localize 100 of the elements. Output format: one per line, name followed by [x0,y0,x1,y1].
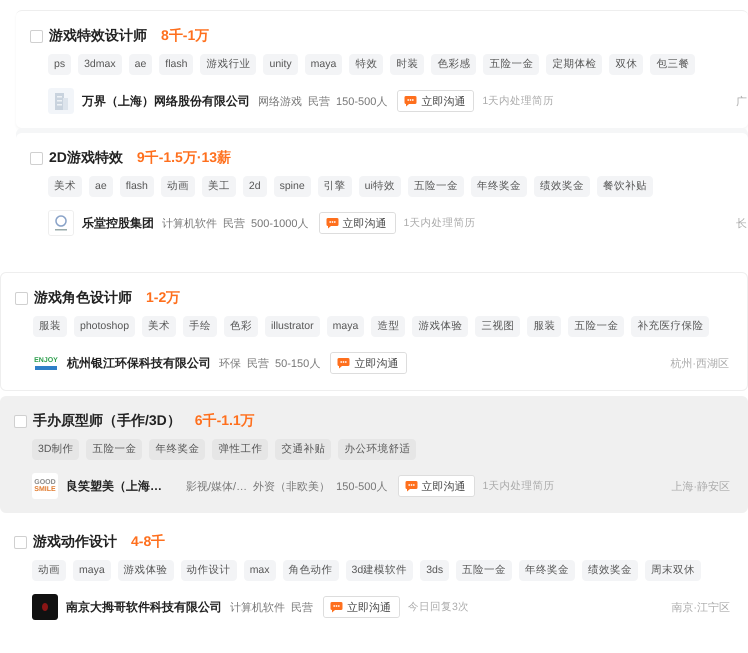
location: 长 [736,216,748,230]
skill-tag: 色彩 [224,316,258,337]
skill-tag: 游戏体验 [412,316,468,337]
company-info: 500-1000人 [251,216,308,230]
skill-tag: 绩效奖金 [534,176,590,197]
chat-icon [337,357,350,369]
skill-tag: 美术 [142,316,176,337]
company-info: 环保 [219,356,241,370]
company-info: 影视/媒体/… [186,480,248,494]
skill-tag: 办公环境舒适 [338,439,416,460]
company-logo [32,594,58,620]
company-info: 150-500人 [336,480,388,494]
skill-tag: maya [73,560,111,581]
skill-tag: ps [48,54,72,75]
skill-tag: 动作设计 [180,560,237,581]
skill-tag: flash [120,176,154,197]
company-name[interactable]: 杭州银江环保科技有限公司 [67,354,211,372]
job-title[interactable]: 游戏角色设计师 [34,289,132,307]
checkbox[interactable] [30,152,43,164]
location: 上海·静安区 [671,480,731,494]
skill-tag: 游戏行业 [200,54,256,75]
salary: 4-8千 [131,533,166,551]
company-info: 50-150人 [275,356,320,370]
skill-tag: 游戏体验 [118,560,174,581]
job-title[interactable]: 手办原型师（手作/3D） [33,412,181,430]
skill-tag: 3dmax [78,54,122,75]
job-title[interactable]: 2D游戏特效 [49,149,123,167]
skill-tag: 五险一金 [456,560,512,581]
skill-tag: illustrator [265,316,320,337]
skill-tag: 定期体检 [546,54,602,75]
skill-tag: 3ds [420,560,450,581]
company-info: 计算机软件 [230,600,285,614]
location: 南京·江宁区 [671,600,731,614]
skill-tag: 三视图 [475,316,520,337]
skill-tag: 美术 [48,176,82,197]
skill-tag: 五险一金 [483,54,540,75]
salary: 1-2万 [146,289,180,307]
company-info: 民营 [247,356,269,370]
skill-tag: ae [89,176,113,197]
chat-button[interactable]: 立即沟通 [398,475,474,497]
skill-tag: maya [304,54,342,75]
company-name[interactable]: 南京大拇哥软件科技有限公司 [66,598,222,616]
skill-tag: 交通补贴 [275,439,332,460]
skill-tag: 特效 [349,54,384,75]
skill-tag: 服装 [527,316,562,337]
skill-tag: flash [159,54,194,75]
reply-note: 1天内处理简历 [482,94,554,108]
job-title[interactable]: 游戏特效设计师 [49,27,147,45]
company-name[interactable]: 良笑塑美（上海… [66,478,178,494]
skill-tag: 美工 [202,176,236,197]
company-logo [48,210,74,236]
chat-button[interactable]: 立即沟通 [330,352,408,374]
salary: 8千-1万 [161,27,210,45]
skill-tag: 五险一金 [408,176,464,197]
company-info: 网络游戏 [258,94,302,108]
skill-tag: 双休 [609,54,644,75]
skill-tag: 绩效奖金 [582,560,638,581]
checkbox[interactable] [15,292,28,304]
skill-tag: maya [326,316,364,337]
skill-tag: 角色动作 [282,560,339,581]
company-info: 民营 [223,216,245,230]
salary: 6千-1.1万 [194,412,255,430]
checkbox[interactable] [14,536,27,548]
chat-button[interactable]: 立即沟通 [397,90,474,112]
skill-tag: 手绘 [183,316,218,337]
checkbox[interactable] [14,414,27,428]
company-info: 外资（非欧美） [253,480,330,494]
company-info: 计算机软件 [162,216,217,230]
chat-button[interactable]: 立即沟通 [318,212,396,234]
skill-tag: photoshop [74,316,136,337]
skill-tag: ae [128,54,152,75]
reply-note: 今日回复3次 [408,600,469,614]
chat-button[interactable]: 立即沟通 [323,596,400,618]
skill-tag: spine [274,176,311,197]
skill-tag: 3D制作 [32,439,80,460]
skill-tag: 引擎 [318,176,352,197]
skill-tag: 周末双休 [645,560,702,581]
skill-tag: max [244,560,276,581]
skill-tag: 色彩感 [431,54,476,75]
checkbox[interactable] [30,30,43,42]
skill-tag: 包三餐 [650,54,696,75]
chat-icon [326,217,338,229]
job-title[interactable]: 游戏动作设计 [33,533,117,551]
skill-tag: 年终奖金 [149,439,206,460]
skill-tag: 服装 [33,316,67,337]
salary: 9千-1.5万·13薪 [136,149,232,167]
company-name[interactable]: 乐堂控股集团 [82,214,154,232]
skill-tag: 五险一金 [86,439,142,460]
chat-icon [404,480,418,492]
skill-tag: 年终奖金 [519,560,576,581]
company-name[interactable]: 万界（上海）网络股份有限公司 [82,92,250,110]
skill-tag: 年终奖金 [470,176,527,197]
skill-tag: ui特效 [358,176,401,197]
company-info: 民营 [308,94,330,108]
reply-note: 1天内处理简历 [482,479,554,493]
skill-tag: 五险一金 [568,316,624,337]
skill-tag: 动画 [32,560,66,581]
company-info: 民营 [291,600,313,614]
skill-tag: 3d建模软件 [346,560,414,581]
location: 杭州·西湖区 [670,356,730,370]
